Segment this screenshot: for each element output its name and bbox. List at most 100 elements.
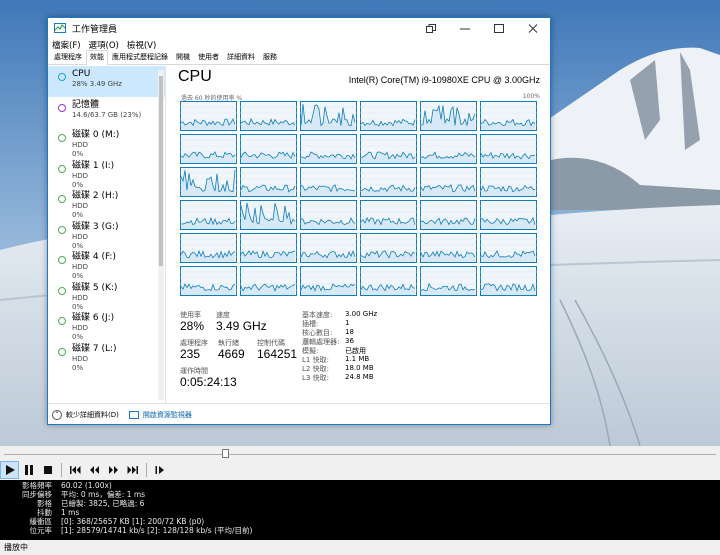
statistics-panel: 影格頻率 60.02 (1.00x) 同步偏移 平均: 0 ms，偏差: 1 ms … bbox=[0, 480, 720, 540]
restore-down-button[interactable] bbox=[414, 18, 448, 38]
logical-processor-graph bbox=[300, 233, 357, 263]
tab-services[interactable]: 服務 bbox=[259, 50, 281, 64]
previous-button[interactable] bbox=[66, 461, 85, 479]
menu-view[interactable]: 檢視(V) bbox=[127, 39, 156, 51]
skip-previous-icon bbox=[70, 466, 81, 474]
device-disk-1[interactable]: 磁碟 1 (I:) HDD 0% bbox=[48, 158, 165, 189]
logical-processor-graph bbox=[480, 134, 537, 164]
logical-processor-graph bbox=[420, 266, 477, 296]
device-type: HDD bbox=[72, 171, 89, 180]
play-icon bbox=[5, 465, 15, 475]
menu-options[interactable]: 選項(O) bbox=[89, 39, 119, 51]
logical-processor-graph bbox=[480, 200, 537, 230]
device-list-scrollbar[interactable] bbox=[158, 70, 164, 400]
close-button[interactable] bbox=[516, 18, 550, 38]
title-bar[interactable]: 工作管理員 bbox=[48, 18, 550, 38]
restore-icon bbox=[426, 23, 436, 33]
logical-processor-graph bbox=[480, 233, 537, 263]
device-list: CPU 28% 3.49 GHz 記憶體 14.6/63.7 GB (23%) … bbox=[48, 66, 166, 403]
stat-value: [1]: 28579/14741 kb/s [2]: 128/128 kb/s … bbox=[61, 526, 253, 535]
fast-forward-icon bbox=[109, 466, 118, 474]
device-disk-7[interactable]: 磁碟 7 (L:) HDD 0% bbox=[48, 341, 165, 372]
logical-processor-graph bbox=[360, 101, 417, 131]
device-disk-5[interactable]: 磁碟 5 (K:) HDD 0% bbox=[48, 280, 165, 311]
logical-processor-graph bbox=[300, 200, 357, 230]
spec-label: L3 快取: bbox=[302, 374, 329, 382]
maximize-button[interactable] bbox=[482, 18, 516, 38]
cpu-heading: CPU bbox=[178, 68, 212, 85]
device-usage: 0% bbox=[72, 363, 84, 372]
toolbar-separator bbox=[146, 463, 147, 477]
play-button[interactable] bbox=[0, 461, 19, 479]
logical-processor-graph bbox=[420, 233, 477, 263]
spec-value: 24.8 MB bbox=[345, 373, 374, 381]
frame-step-icon bbox=[155, 466, 164, 474]
scrollbar-thumb[interactable] bbox=[159, 76, 163, 266]
device-name: 記憶體 bbox=[72, 99, 100, 110]
tab-performance[interactable]: 效能 bbox=[86, 50, 108, 65]
device-cpu[interactable]: CPU 28% 3.49 GHz bbox=[48, 66, 165, 97]
tab-startup[interactable]: 開機 bbox=[172, 50, 194, 64]
tab-app-history[interactable]: 應用程式歷程記錄 bbox=[108, 50, 172, 64]
playback-controls bbox=[0, 460, 720, 480]
device-name: CPU bbox=[72, 69, 91, 79]
menu-file[interactable]: 檔案(F) bbox=[52, 39, 81, 51]
minimize-button[interactable] bbox=[448, 18, 482, 38]
rewind-icon bbox=[90, 466, 99, 474]
cpu-indicator-icon bbox=[58, 73, 66, 81]
logical-processor-graph bbox=[360, 200, 417, 230]
logical-processor-graph bbox=[180, 101, 237, 131]
seek-track[interactable] bbox=[4, 454, 716, 455]
logical-processor-graph bbox=[420, 167, 477, 197]
logical-processor-graph bbox=[180, 167, 237, 197]
logical-processor-graph bbox=[300, 101, 357, 131]
logical-processor-graphs bbox=[180, 101, 538, 297]
logical-processor-graph bbox=[420, 200, 477, 230]
usage-value: 28% bbox=[180, 319, 205, 333]
tab-users[interactable]: 使用者 bbox=[194, 50, 223, 64]
stop-button[interactable] bbox=[38, 461, 57, 479]
open-resource-monitor-link[interactable]: 開啟資源監視器 bbox=[143, 410, 192, 420]
device-name: 磁碟 3 (G:) bbox=[72, 221, 119, 232]
seek-bar[interactable] bbox=[0, 446, 720, 460]
device-detail: 28% 3.49 GHz bbox=[72, 80, 122, 88]
device-detail: 14.6/63.7 GB (23%) bbox=[72, 110, 142, 119]
device-disk-2[interactable]: 磁碟 2 (H:) HDD 0% bbox=[48, 188, 165, 219]
device-type: HDD bbox=[72, 141, 89, 149]
logical-processor-graph bbox=[180, 233, 237, 263]
spec-value: 3.00 GHz bbox=[345, 310, 378, 318]
device-disk-4[interactable]: 磁碟 4 (F:) HDD 0% bbox=[48, 249, 165, 280]
seek-handle[interactable] bbox=[221, 449, 229, 458]
graph-max-label: 100% bbox=[522, 93, 540, 100]
window-title: 工作管理員 bbox=[72, 24, 118, 35]
device-disk-0[interactable]: 磁碟 0 (M:) HDD 0% bbox=[48, 127, 165, 158]
pause-icon bbox=[24, 465, 33, 475]
logical-processor-graph bbox=[240, 134, 297, 164]
pause-button[interactable] bbox=[19, 461, 38, 479]
logical-processor-graph bbox=[240, 167, 297, 197]
disk-indicator-icon bbox=[58, 225, 66, 234]
threads-value: 4669 bbox=[218, 347, 245, 361]
tab-details[interactable]: 詳細資料 bbox=[223, 50, 259, 64]
device-disk-6[interactable]: 磁碟 6 (J:) HDD 0% bbox=[48, 310, 165, 341]
tab-processes[interactable]: 處理程序 bbox=[50, 50, 86, 64]
handles-value: 164251 bbox=[257, 347, 298, 361]
rewind-button[interactable] bbox=[85, 461, 104, 479]
collapse-chevron-icon[interactable]: ⌃ bbox=[52, 409, 62, 420]
logical-processor-graph bbox=[420, 134, 477, 164]
disk-indicator-icon bbox=[58, 317, 66, 325]
resource-monitor-icon bbox=[128, 410, 139, 419]
frame-step-button[interactable] bbox=[151, 461, 170, 479]
fast-forward-button[interactable] bbox=[104, 461, 123, 479]
logical-processor-graph bbox=[240, 200, 297, 230]
device-disk-3[interactable]: 磁碟 3 (G:) HDD 0% bbox=[48, 219, 165, 250]
logical-processor-graph bbox=[240, 266, 297, 296]
logical-processor-graph bbox=[240, 101, 297, 131]
device-memory[interactable]: 記憶體 14.6/63.7 GB (23%) bbox=[48, 97, 165, 128]
speed-value: 3.49 GHz bbox=[216, 319, 267, 333]
status-bar: 播放中 bbox=[0, 540, 720, 555]
next-button[interactable] bbox=[123, 461, 142, 479]
fewer-details-link[interactable]: 較少詳細資料(D) bbox=[66, 410, 119, 420]
device-type: HDD bbox=[72, 232, 89, 241]
device-type: HDD bbox=[72, 202, 89, 210]
